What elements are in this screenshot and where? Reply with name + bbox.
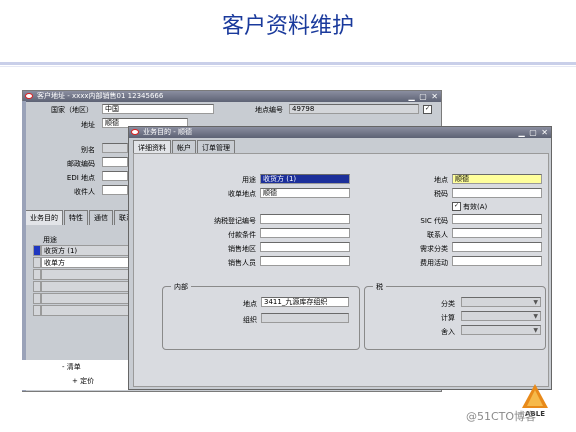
tax-code-field[interactable]	[452, 188, 542, 198]
recipient-label: 收件人	[74, 188, 95, 196]
demand-class-field[interactable]	[452, 242, 542, 252]
window-title: 客户地址 - xxxx内部销售01 12345666	[37, 92, 164, 100]
oracle-logo-icon	[131, 129, 139, 135]
alias-label: 别名	[81, 146, 95, 154]
postal-code-label: 邮政编码	[67, 160, 95, 168]
edi-location-field[interactable]	[102, 171, 128, 181]
tax-calc-label: 计算	[441, 314, 455, 322]
active-checkbox[interactable]: ✓	[452, 202, 461, 211]
row-marker[interactable]	[33, 269, 41, 280]
slide-title: 客户资料维护	[221, 14, 354, 39]
internal-group: 内部 地点 3411_九源库存组织 组织	[162, 282, 360, 350]
country-label: 国家（地区）	[51, 106, 93, 114]
country-field[interactable]: 中国	[102, 104, 214, 114]
usage-row[interactable]	[41, 269, 137, 280]
recipient-field[interactable]	[102, 185, 128, 195]
tab-business-purpose[interactable]: 业务目的	[25, 210, 63, 225]
customer-address-titlebar[interactable]: 客户地址 - xxxx内部销售01 12345666 ▁ ▢ ✕	[23, 91, 441, 102]
tree-item-label: 清单	[66, 363, 81, 371]
details-panel: 用途 收货方 (1) 收单地点 顺德 地点 顺德 税码 ✓ 有效(A) 纳税登记…	[133, 153, 549, 387]
tax-group-title: 税	[373, 282, 386, 292]
chevron-down-icon: ▼	[533, 327, 538, 334]
tax-class-label: 分类	[441, 300, 455, 308]
back-window-tabs: 业务目的 特性 通信 联系	[25, 210, 139, 225]
alias-field[interactable]	[102, 143, 128, 153]
bill-site-label: 收单地点	[228, 190, 256, 198]
left-scroll-strip	[22, 101, 26, 391]
location-field[interactable]: 顺德	[452, 174, 542, 184]
tax-group: 税 分类 ▼ 计算 ▼ 舍入 ▼	[364, 282, 546, 350]
row-marker[interactable]	[33, 293, 41, 304]
bill-site-field[interactable]: 顺德	[260, 188, 350, 198]
title-divider	[0, 62, 576, 65]
payment-terms-label: 付款条件	[228, 231, 256, 239]
contact-label: 联系人	[427, 231, 448, 239]
freight-label: 费用活动	[420, 259, 448, 267]
oracle-logo-icon	[25, 93, 33, 99]
payment-terms-field[interactable]	[260, 228, 350, 238]
usage-label: 用途	[242, 176, 256, 184]
usage-row[interactable]	[41, 305, 137, 316]
sales-region-field[interactable]	[260, 242, 350, 252]
tax-calc-dropdown[interactable]: ▼	[461, 311, 541, 321]
usage-row[interactable]	[41, 293, 137, 304]
usage-row[interactable]: 收单方	[41, 257, 137, 268]
demand-class-label: 需求分类	[420, 245, 448, 253]
edi-location-label: EDI 地点	[66, 174, 95, 182]
salesperson-field[interactable]	[260, 256, 350, 266]
contact-field[interactable]	[452, 228, 542, 238]
organization-field[interactable]	[261, 313, 349, 323]
site-number-field[interactable]: 49798	[289, 104, 419, 114]
internal-location-field[interactable]: 3411_九源库存组织	[261, 297, 349, 307]
business-purpose-window: 业务目的 - 顺德 ▁ ▢ ✕ 详细资料 帐户 订单管理 用途 收货方 (1) …	[128, 126, 552, 390]
site-number-label: 地点编号	[255, 106, 283, 114]
window-controls[interactable]: ▁ ▢ ✕	[519, 127, 550, 138]
usage-row[interactable]	[41, 281, 137, 292]
location-label: 地点	[434, 176, 448, 184]
row-marker[interactable]	[33, 257, 41, 268]
usage-row[interactable]: 收货方 (1)	[41, 245, 137, 256]
business-purpose-titlebar[interactable]: 业务目的 - 顺德 ▁ ▢ ✕	[129, 127, 551, 138]
tree-item-list[interactable]: - 清单	[62, 362, 81, 372]
address-label: 地址	[81, 121, 95, 129]
row-marker[interactable]	[33, 281, 41, 292]
sic-code-label: SIC 代码	[420, 217, 448, 225]
tax-rounding-dropdown[interactable]: ▼	[461, 325, 541, 335]
postal-code-field[interactable]	[102, 157, 128, 167]
organization-label: 组织	[243, 316, 257, 324]
navigator-tree: - 清单 + 定价	[22, 360, 130, 390]
usage-grid: 收货方 (1) 收单方	[33, 245, 139, 325]
tree-item-pricing[interactable]: + 定价	[72, 376, 94, 386]
freight-field[interactable]	[452, 256, 542, 266]
sales-region-label: 销售地区	[228, 245, 256, 253]
tax-code-label: 税码	[434, 190, 448, 198]
watermark-text: @51CTO博客	[466, 410, 537, 423]
chevron-down-icon: ▼	[533, 313, 538, 320]
usage-column-header: 用途	[43, 236, 57, 244]
chevron-down-icon: ▼	[533, 299, 538, 306]
row-marker[interactable]	[33, 305, 41, 316]
title-divider-thin	[0, 66, 576, 67]
tab-attributes[interactable]: 特性	[64, 210, 88, 225]
tax-class-dropdown[interactable]: ▼	[461, 297, 541, 307]
sic-code-field[interactable]	[452, 214, 542, 224]
usage-field[interactable]: 收货方 (1)	[260, 174, 350, 184]
tax-reg-label: 纳税登记编号	[214, 217, 256, 225]
internal-location-label: 地点	[243, 300, 257, 308]
tax-reg-field[interactable]	[260, 214, 350, 224]
tab-communication[interactable]: 通信	[89, 210, 113, 225]
active-checkbox-label: 有效(A)	[463, 203, 488, 211]
tax-rounding-label: 舍入	[441, 328, 455, 336]
salesperson-label: 销售人员	[228, 259, 256, 267]
tree-item-label: 定价	[80, 377, 95, 385]
window-title: 业务目的 - 顺德	[143, 128, 192, 136]
row-marker[interactable]	[33, 245, 41, 256]
internal-group-title: 内部	[171, 282, 191, 292]
window-controls[interactable]: ▁ ▢ ✕	[409, 91, 440, 102]
site-active-checkbox[interactable]: ✓	[423, 105, 432, 114]
